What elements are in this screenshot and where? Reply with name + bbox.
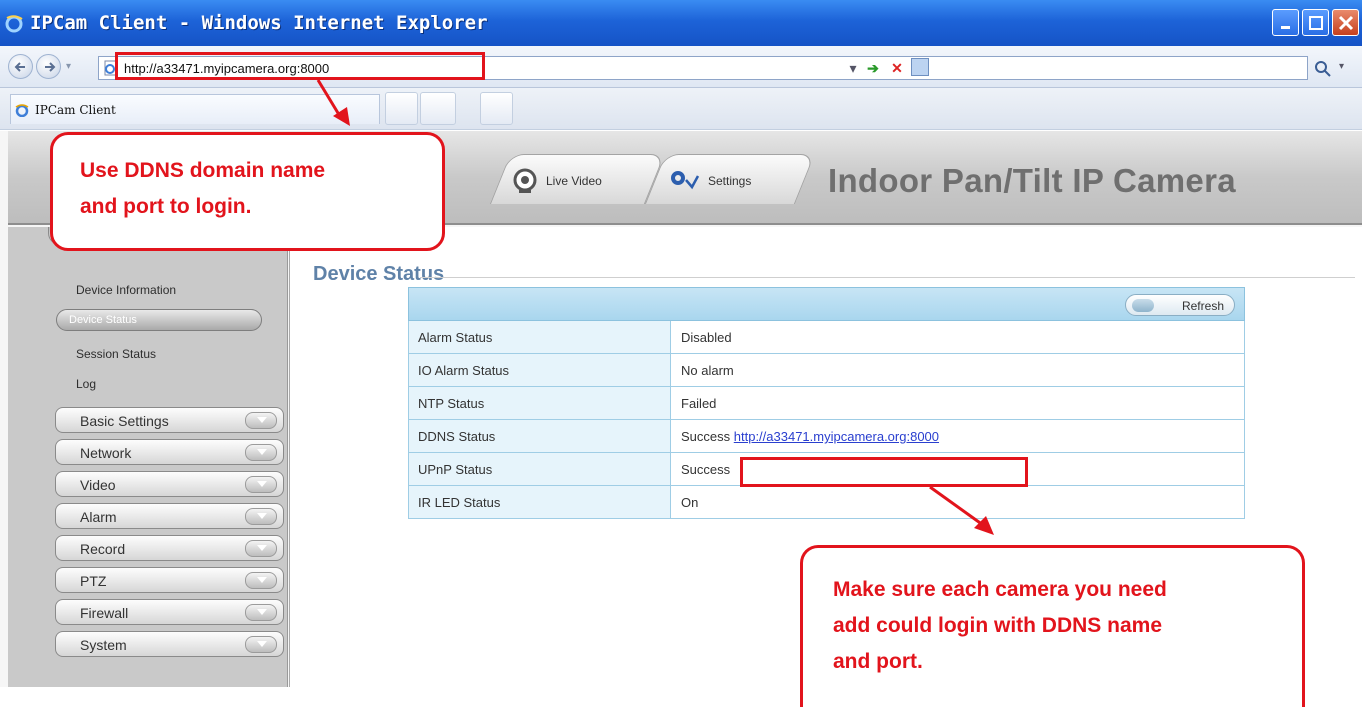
chevron-down-icon xyxy=(245,444,277,461)
table-row: NTP Status Failed xyxy=(408,387,1245,420)
tab-settings[interactable]: Settings xyxy=(670,166,751,196)
page-title: Device Status xyxy=(313,263,445,285)
row-value: Disabled xyxy=(671,321,1244,353)
chevron-down-icon xyxy=(245,508,277,525)
menu-firewall[interactable]: Firewall xyxy=(55,599,284,625)
search-options-icon[interactable]: ▾ xyxy=(1339,61,1344,72)
menu-network-label: Network xyxy=(80,445,132,461)
tab-live-video[interactable]: Live Video xyxy=(512,166,602,196)
window-title: IPCam Client - Windows Internet Explorer xyxy=(30,12,488,34)
back-button[interactable] xyxy=(8,54,33,79)
menu-alarm-label: Alarm xyxy=(80,509,117,525)
menu-basic-settings-label: Basic Settings xyxy=(80,413,169,429)
sidebar-item-device-information[interactable]: Device Information xyxy=(76,283,176,297)
maximize-button[interactable] xyxy=(1302,9,1329,36)
search-icon xyxy=(1315,61,1331,77)
sidebar-item-session-status[interactable]: Session Status xyxy=(76,347,156,361)
chevron-down-icon xyxy=(245,572,277,589)
callout-camera-instruction: Make sure each camera you need add could… xyxy=(800,545,1305,707)
ddns-link-highlight-box xyxy=(740,457,1028,487)
settings-icon xyxy=(671,171,700,190)
quick-tabs-button[interactable] xyxy=(385,92,418,125)
menu-firewall-label: Firewall xyxy=(80,605,129,621)
callout-bottom-line-3: and port. xyxy=(833,650,923,673)
minimize-icon xyxy=(1281,26,1290,29)
browser-tab-active[interactable]: IPCam Client xyxy=(10,94,380,124)
chevron-down-icon xyxy=(245,412,277,429)
product-title: Indoor Pan/Tilt IP Camera xyxy=(828,162,1236,199)
search-button[interactable]: ▾ xyxy=(1313,59,1357,81)
refresh-button[interactable]: Refresh xyxy=(1125,294,1235,316)
callout-top-line-2: and port to login. xyxy=(80,195,252,218)
row-label: NTP Status xyxy=(409,387,671,419)
ie-logo-icon xyxy=(5,15,23,33)
tab-live-video-label: Live Video xyxy=(546,174,602,188)
arrow-right-icon xyxy=(45,62,56,72)
table-row: IR LED Status On xyxy=(408,486,1245,519)
menu-video[interactable]: Video xyxy=(55,471,284,497)
tab-settings-label: Settings xyxy=(708,174,752,188)
table-row: Alarm Status Disabled xyxy=(408,321,1245,354)
menu-ptz[interactable]: PTZ xyxy=(55,567,284,593)
menu-basic-settings[interactable]: Basic Settings xyxy=(55,407,284,433)
browser-tab-label: IPCam Client xyxy=(35,103,116,117)
chevron-down-icon xyxy=(245,604,277,621)
ie-page-icon xyxy=(15,104,29,117)
history-dropdown-icon[interactable]: ▾ xyxy=(66,61,71,72)
menu-network[interactable]: Network xyxy=(55,439,284,465)
minimize-button[interactable] xyxy=(1272,9,1299,36)
settings-sidebar: Device Information Session Status Log Ba… xyxy=(8,227,288,687)
menu-record-label: Record xyxy=(80,541,126,557)
chevron-down-icon xyxy=(245,636,277,653)
sidebar-item-log[interactable]: Log xyxy=(76,377,96,391)
row-value: No alarm xyxy=(671,354,1244,386)
row-value: Failed xyxy=(671,387,1244,419)
row-label: Alarm Status xyxy=(409,321,671,353)
new-tab-button[interactable] xyxy=(480,92,513,125)
tab-list-button[interactable] xyxy=(420,92,456,125)
close-icon xyxy=(1338,15,1354,31)
callout-bottom-line-2: add could login with DDNS name xyxy=(833,614,1163,637)
menu-system[interactable]: System xyxy=(55,631,284,657)
address-dropdown-icon[interactable]: ▾ xyxy=(845,60,861,76)
go-icon[interactable]: ➔ xyxy=(865,60,881,76)
arrow-left-icon xyxy=(14,62,25,72)
menu-ptz-label: PTZ xyxy=(80,573,107,589)
row-label: UPnP Status xyxy=(409,453,671,485)
callout-top-line-1: Use DDNS domain name xyxy=(80,159,326,182)
row-label: IR LED Status xyxy=(409,486,671,518)
menu-system-label: System xyxy=(80,637,127,653)
sidebar-item-device-status-label: Device Status xyxy=(69,314,137,326)
row-value: On xyxy=(671,486,1244,518)
search-provider-icon[interactable] xyxy=(911,58,929,76)
table-header: Refresh xyxy=(408,287,1245,321)
webcam-icon xyxy=(513,168,537,193)
close-button[interactable] xyxy=(1332,9,1359,36)
maximize-icon xyxy=(1309,16,1323,30)
tab-strip: IPCam Client xyxy=(0,88,1362,130)
callout-login-instruction: Use DDNS domain name and port to login. xyxy=(50,132,445,251)
callout-bottom-line-1: Make sure each camera you need xyxy=(833,578,1167,601)
menu-alarm[interactable]: Alarm xyxy=(55,503,284,529)
menu-record[interactable]: Record xyxy=(55,535,284,561)
row-label: IO Alarm Status xyxy=(409,354,671,386)
ddns-link[interactable]: http://a33471.myipcamera.org:8000 xyxy=(734,429,939,444)
row-label: DDNS Status xyxy=(409,420,671,452)
chevron-down-icon xyxy=(245,540,277,557)
stop-icon[interactable]: ✕ xyxy=(889,60,905,76)
window-title-bar[interactable]: IPCam Client - Windows Internet Explorer xyxy=(0,0,1362,46)
ddns-status-text: Success xyxy=(681,429,731,444)
refresh-icon xyxy=(1132,299,1154,312)
row-value-ddns: Success http://a33471.myipcamera.org:800… xyxy=(671,420,1244,452)
table-row: IO Alarm Status No alarm xyxy=(408,354,1245,387)
menu-video-label: Video xyxy=(80,477,116,493)
chevron-down-icon xyxy=(245,476,277,493)
title-divider xyxy=(420,277,1355,278)
refresh-button-label: Refresh xyxy=(1181,299,1224,313)
forward-button[interactable] xyxy=(36,54,61,79)
sidebar-item-device-status[interactable]: Device Status xyxy=(56,309,262,331)
url-highlight-box xyxy=(115,52,485,80)
table-row: DDNS Status Success http://a33471.myipca… xyxy=(408,420,1245,453)
